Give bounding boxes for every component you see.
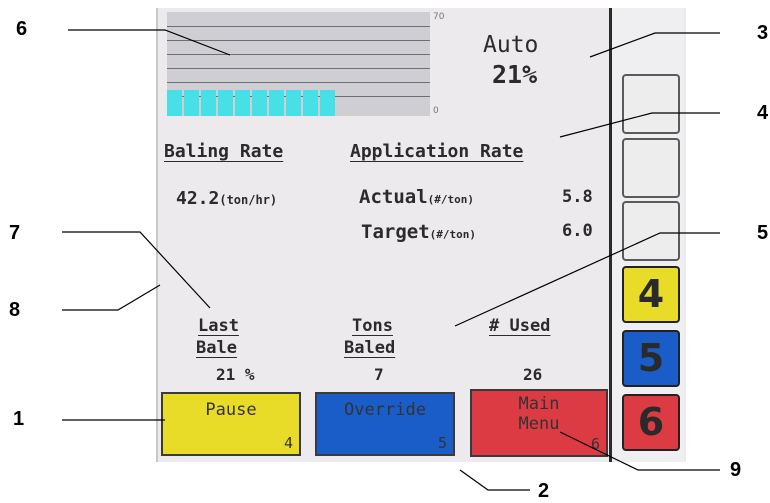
callout-8: 8 [9, 299, 21, 321]
callout-4: 4 [757, 102, 769, 124]
callout-3: 3 [757, 22, 769, 44]
leader-4 [559, 112, 720, 138]
callout-6: 6 [16, 18, 28, 40]
callout-1: 1 [13, 408, 25, 430]
leader-2 [459, 469, 530, 491]
callout-7: 7 [9, 222, 21, 244]
leader-9 [559, 431, 720, 471]
callout-5: 5 [757, 222, 769, 244]
callout-9: 9 [730, 459, 742, 481]
leader-7 [62, 231, 211, 309]
leader-8 [62, 284, 161, 311]
callout-leader-lines [62, 29, 720, 491]
leader-3 [589, 32, 720, 58]
callout-2: 2 [538, 480, 550, 502]
leader-5 [454, 232, 720, 327]
leader-6 [68, 29, 231, 56]
